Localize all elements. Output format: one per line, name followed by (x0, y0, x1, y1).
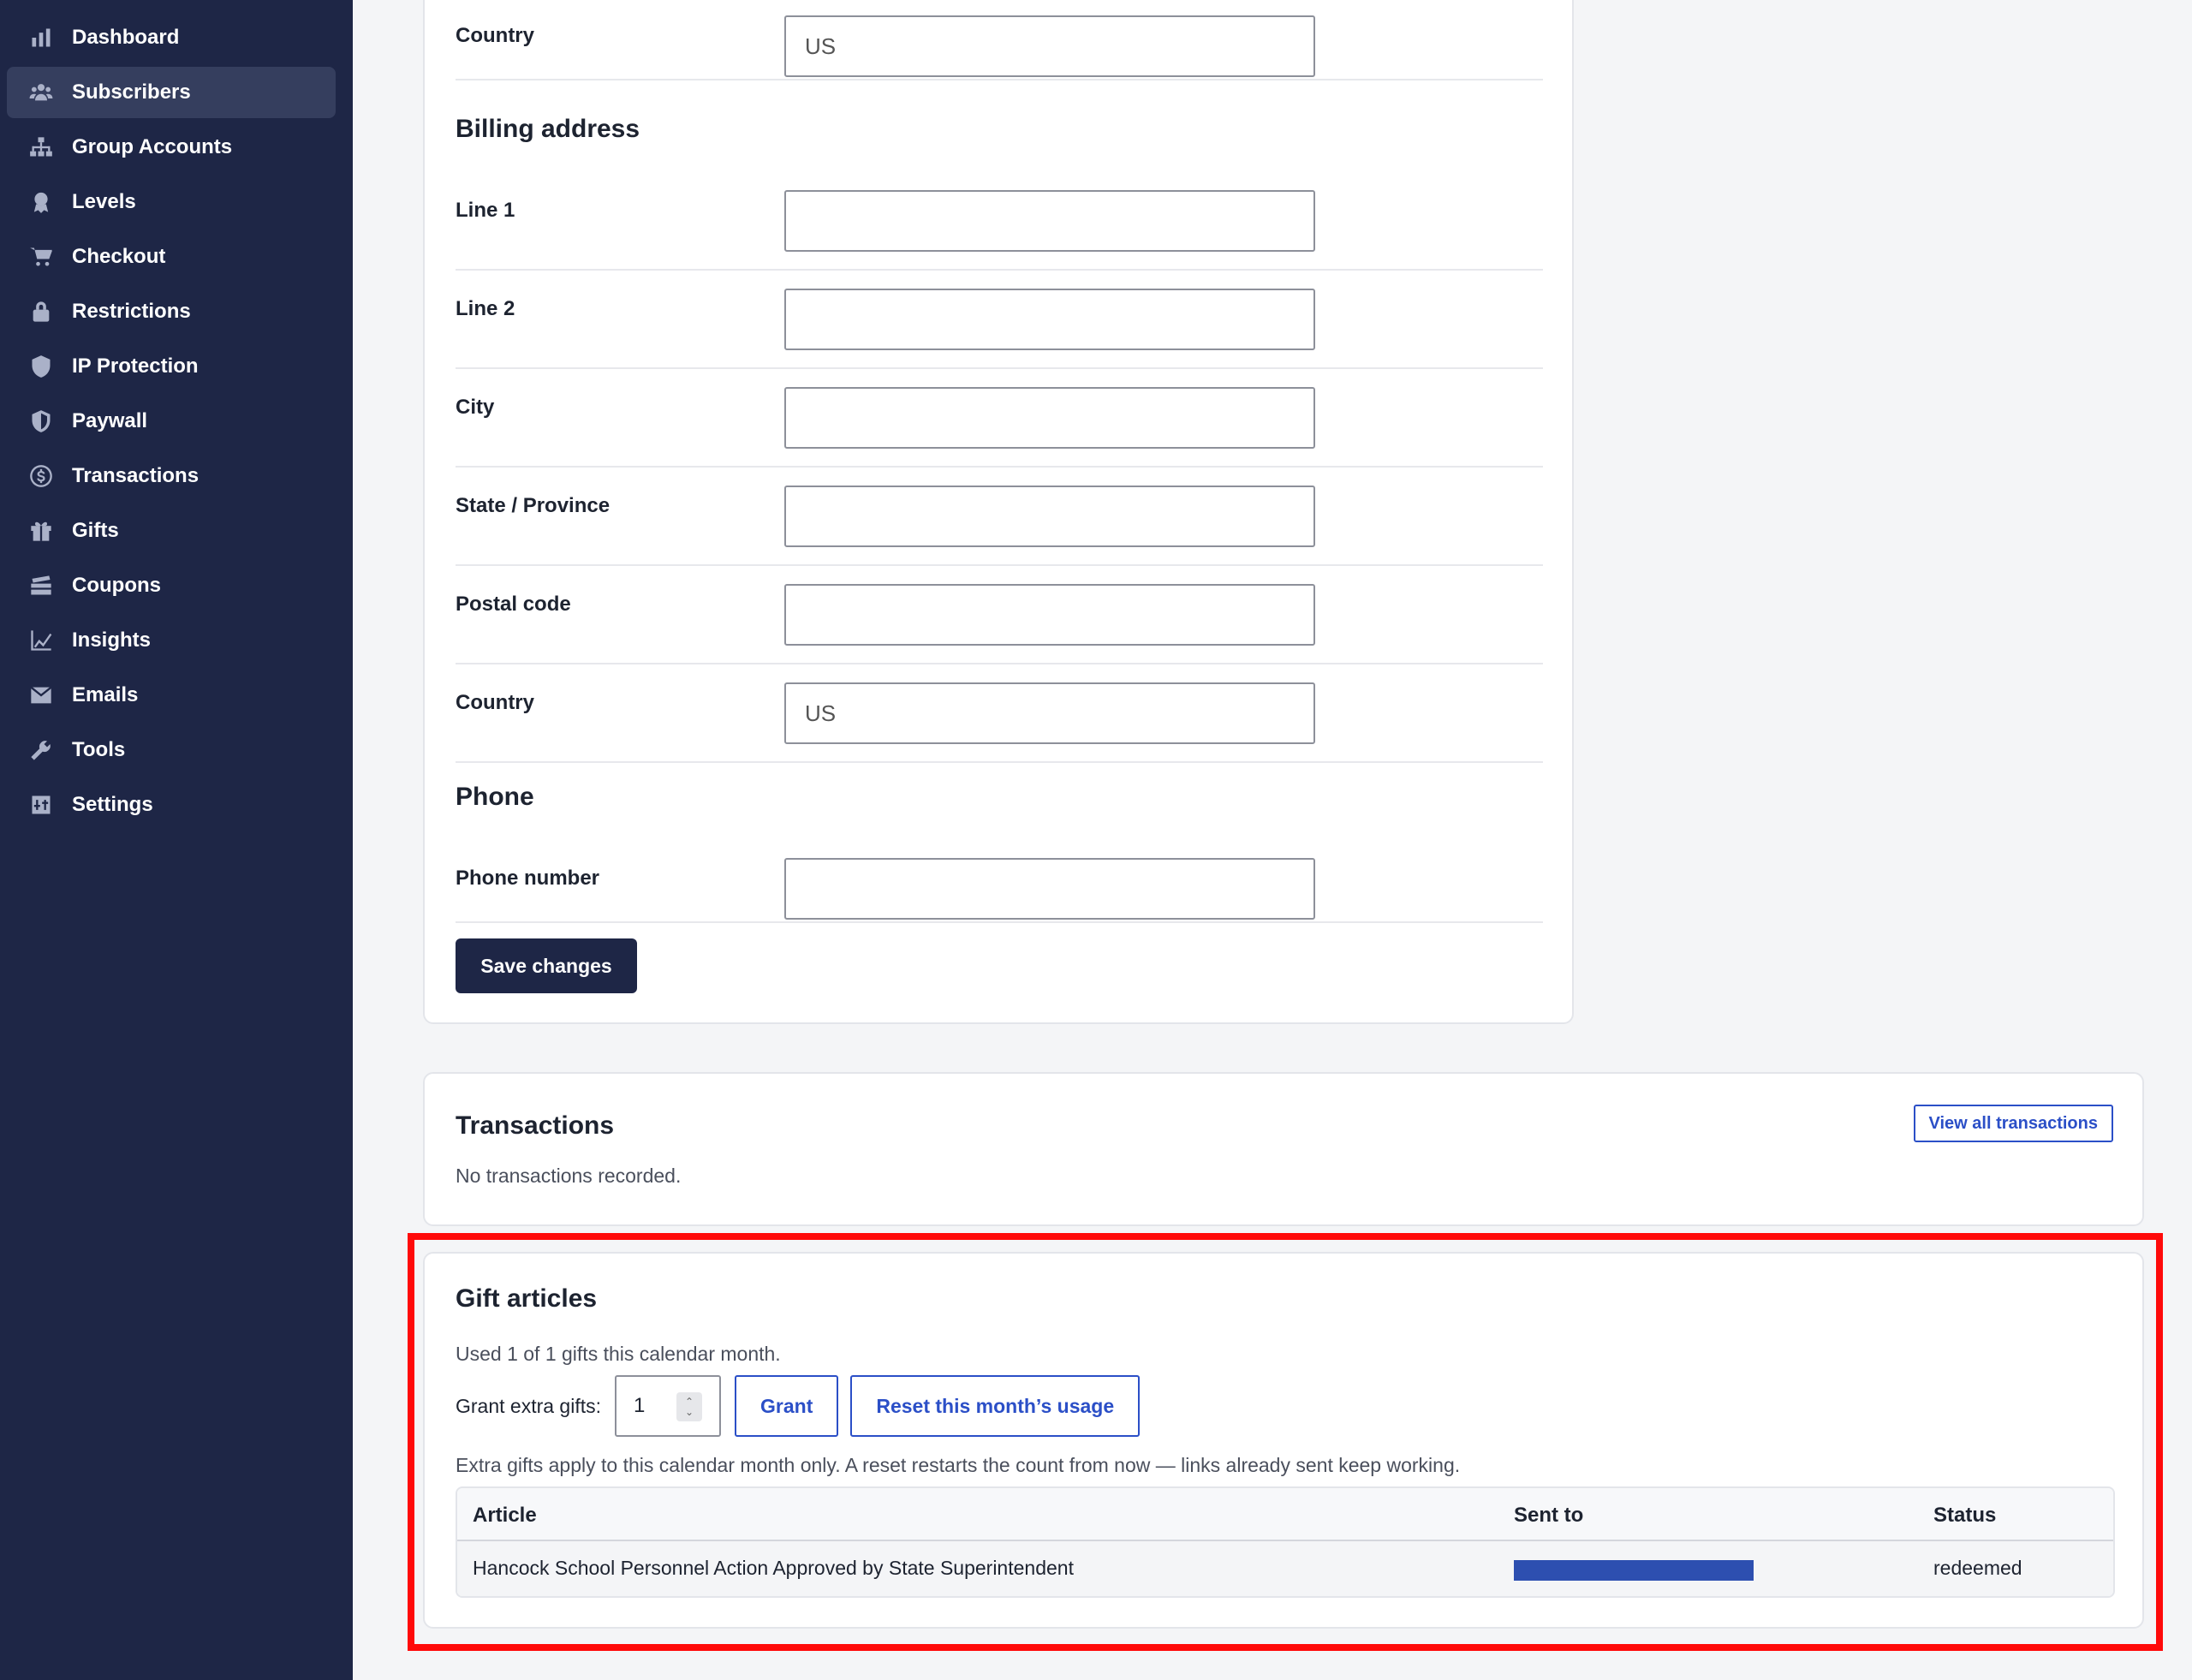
form-row-phone: Phone number (456, 858, 1543, 923)
sidebar-item-label: Levels (72, 190, 136, 213)
sidebar-item-emails[interactable]: Emails (7, 670, 336, 721)
sidebar-item-transactions[interactable]: Transactions (7, 450, 336, 502)
redacted-recipient (1514, 1560, 1754, 1581)
sidebar-item-subscribers[interactable]: Subscribers (7, 67, 336, 118)
sidebar-item-ip-protection[interactable]: IP Protection (7, 341, 336, 392)
column-header-sent-to: Sent to (1514, 1504, 1584, 1527)
postal-label: Postal code (456, 593, 571, 616)
cart-icon (29, 245, 53, 269)
sidebar-item-label: Emails (72, 683, 139, 706)
form-row-line1: Line 1 (456, 190, 1543, 271)
line2-label: Line 2 (456, 297, 515, 320)
sidebar-item-label: Subscribers (72, 80, 191, 104)
sidebar-item-group-accounts[interactable]: Group Accounts (7, 122, 336, 173)
save-changes-button[interactable]: Save changes (456, 938, 637, 993)
gift-article-title: Hancock School Personnel Action Approved… (473, 1557, 1074, 1579)
form-row-city: City (456, 387, 1543, 468)
sidebar-item-label: Settings (72, 793, 153, 816)
sidebar-item-label: Gifts (72, 519, 119, 542)
state-label: State / Province (456, 494, 611, 517)
line-chart-icon (29, 629, 53, 652)
form-row-line2: Line 2 (456, 289, 1543, 369)
state-input[interactable] (784, 486, 1315, 547)
shield-half-icon (29, 409, 53, 433)
form-row-postal: Postal code (456, 584, 1543, 664)
sidebar: Dashboard Subscribers Group Accounts Lev… (0, 0, 353, 1680)
sidebar-item-label: Tools (72, 738, 126, 761)
grant-quantity-value: 1 (634, 1394, 646, 1417)
spinner-arrows-icon[interactable]: ⌃ ⌄ (676, 1392, 703, 1421)
line2-input[interactable] (784, 289, 1315, 350)
phone-heading: Phone (456, 783, 534, 811)
grant-quantity-stepper[interactable]: 1 ⌃ ⌄ (615, 1375, 722, 1437)
form-row-state: State / Province (456, 486, 1543, 566)
gift-articles-card: Gift articles Used 1 of 1 gifts this cal… (423, 1252, 2144, 1629)
grant-extra-label: Grant extra gifts: (456, 1394, 602, 1417)
sidebar-item-coupons[interactable]: Coupons (7, 560, 336, 611)
transactions-empty-text: No transactions recorded. (456, 1165, 682, 1187)
bar-chart-icon (29, 26, 53, 50)
sidebar-item-levels[interactable]: Levels (7, 176, 336, 228)
envelope-icon (29, 683, 53, 707)
wrench-icon (29, 738, 53, 762)
transactions-card: Transactions View all transactions No tr… (423, 1072, 2144, 1226)
phone-input[interactable] (784, 858, 1315, 920)
city-input[interactable] (784, 387, 1315, 449)
sidebar-item-paywall[interactable]: Paywall (7, 396, 336, 447)
sidebar-item-restrictions[interactable]: Restrictions (7, 286, 336, 337)
gift-note-text: Extra gifts apply to this calendar month… (456, 1454, 1461, 1476)
shield-icon (29, 354, 53, 378)
sidebar-item-checkout[interactable]: Checkout (7, 231, 336, 283)
form-row-billing-country: Country (456, 682, 1543, 763)
billing-country-input[interactable] (784, 682, 1315, 744)
column-header-status: Status (1933, 1504, 1997, 1527)
gift-icon (29, 519, 53, 543)
sidebar-item-label: Transactions (72, 464, 200, 487)
sidebar-item-label: Coupons (72, 574, 161, 597)
profile-form-card: Country Billing address Line 1 Line 2 Ci… (423, 0, 1574, 1024)
coupon-stack-icon (29, 574, 53, 598)
gift-articles-table: Article Sent to Status Hancock School Pe… (456, 1486, 2115, 1598)
sidebar-item-label: Dashboard (72, 26, 180, 49)
table-row: Hancock School Personnel Action Approved… (457, 1541, 2113, 1596)
sidebar-item-gifts[interactable]: Gifts (7, 505, 336, 557)
billing-country-label: Country (456, 691, 534, 714)
sidebar-item-label: Checkout (72, 245, 166, 268)
country-input[interactable] (784, 15, 1315, 77)
country-label: Country (456, 24, 534, 47)
sidebar-item-insights[interactable]: Insights (7, 615, 336, 666)
lock-icon (29, 300, 53, 324)
grant-row: Grant extra gifts: 1 ⌃ ⌄ Grant Reset thi… (456, 1375, 1152, 1437)
view-all-transactions-button[interactable]: View all transactions (1913, 1105, 2113, 1142)
sitemap-icon (29, 135, 53, 159)
sidebar-item-label: Group Accounts (72, 135, 233, 158)
gift-usage-text: Used 1 of 1 gifts this calendar month. (456, 1343, 781, 1365)
award-icon (29, 190, 53, 214)
line1-label: Line 1 (456, 199, 515, 222)
city-label: City (456, 396, 495, 419)
reset-usage-button[interactable]: Reset this month’s usage (850, 1375, 1141, 1437)
phone-label: Phone number (456, 867, 600, 890)
form-row-country: Country (456, 15, 1543, 80)
sidebar-item-label: Paywall (72, 409, 148, 432)
sidebar-item-dashboard[interactable]: Dashboard (7, 12, 336, 63)
billing-address-heading: Billing address (456, 115, 640, 143)
sidebar-item-label: Restrictions (72, 300, 191, 323)
chevron-down-icon[interactable]: ⌄ (685, 1407, 694, 1417)
table-header: Article Sent to Status (457, 1488, 2113, 1541)
postal-input[interactable] (784, 584, 1315, 646)
grant-button[interactable]: Grant (735, 1375, 839, 1437)
users-icon (29, 80, 53, 104)
sidebar-item-label: Insights (72, 629, 152, 652)
gift-articles-title: Gift articles (456, 1284, 598, 1313)
column-header-article: Article (473, 1504, 537, 1527)
gift-status: redeemed (1933, 1557, 2022, 1579)
dollar-circle-icon (29, 464, 53, 488)
sidebar-item-settings[interactable]: Settings (7, 779, 336, 831)
transactions-title: Transactions (456, 1111, 615, 1140)
sidebar-item-tools[interactable]: Tools (7, 724, 336, 776)
sidebar-item-label: IP Protection (72, 354, 199, 378)
line1-input[interactable] (784, 190, 1315, 252)
settings-box-icon (29, 793, 53, 817)
